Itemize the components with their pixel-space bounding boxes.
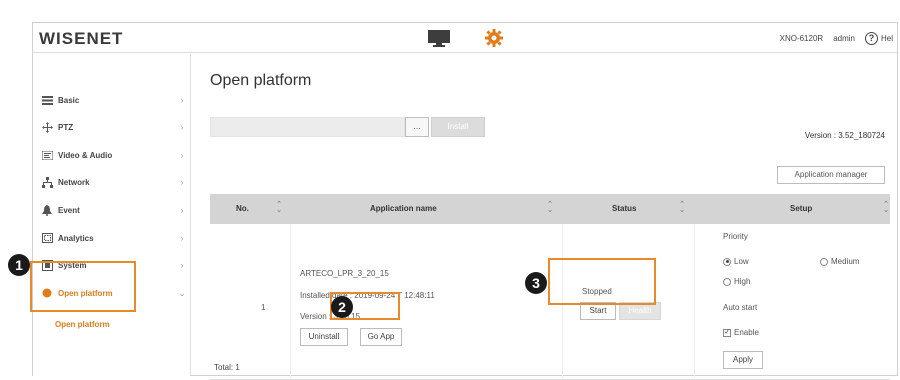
sort-icon[interactable]: ⌃ ⌄ — [883, 201, 889, 216]
chevron-down-icon: ⌄ — [178, 288, 186, 298]
list-icon — [41, 94, 53, 106]
sidebar-item-analytics[interactable]: Analytics › — [33, 228, 191, 248]
go-app-button[interactable]: Go App — [360, 328, 402, 346]
priority-high-option[interactable]: High — [723, 277, 750, 286]
sidebar: Basic › PTZ › Video & Audio › Network › — [33, 54, 191, 376]
main-content: Open platform ... Install Version : 3.52… — [192, 54, 897, 380]
radio-unchecked-icon[interactable] — [723, 277, 731, 286]
application-name: ARTECO_LPR_3_20_15 — [300, 269, 389, 278]
chevron-right-icon: › — [180, 205, 184, 215]
move-icon — [41, 121, 53, 133]
enable-label: Enable — [734, 328, 759, 337]
step-badge-2: 2 — [331, 296, 353, 318]
priority-medium-option[interactable]: Medium — [820, 257, 859, 266]
chevron-right-icon: › — [180, 260, 184, 270]
sort-icon[interactable]: ⌃ ⌄ — [276, 201, 282, 216]
sidebar-item-label: PTZ — [58, 122, 74, 132]
install-button[interactable]: Install — [431, 117, 485, 137]
column-header-setup[interactable]: Setup — [790, 194, 812, 224]
sidebar-item-network[interactable]: Network › — [33, 172, 191, 192]
table-header: No. ⌃ ⌄ Application name ⌃ ⌄ Status ⌃ ⌄ Set… — [210, 194, 890, 224]
chevron-right-icon: › — [180, 95, 184, 105]
step-badge-3: 3 — [525, 272, 547, 294]
sidebar-subitem-open-platform[interactable]: Open platform — [55, 320, 110, 329]
sidebar-item-label: Video & Audio — [58, 150, 113, 160]
highlight-box-status — [548, 258, 656, 305]
monitor-icon[interactable] — [428, 30, 450, 47]
chevron-right-icon: › — [180, 233, 184, 243]
sidebar-item-event[interactable]: Event › — [33, 200, 191, 220]
row-number: 1 — [261, 303, 266, 312]
column-divider — [694, 224, 695, 380]
chevron-right-icon: › — [180, 150, 184, 160]
model-name: XNO-6120R — [779, 34, 824, 43]
priority-medium-label: Medium — [831, 257, 860, 266]
help-icon[interactable]: ? — [864, 32, 878, 45]
column-header-status[interactable]: Status — [612, 194, 636, 224]
sidebar-item-video-audio[interactable]: Video & Audio › — [33, 145, 191, 165]
auto-start-enable-option[interactable]: ✓ Enable — [723, 328, 759, 337]
platform-version: Version : 3.52_180724 — [804, 131, 885, 140]
browse-button[interactable]: ... — [405, 117, 429, 137]
sidebar-item-ptz[interactable]: PTZ › — [33, 117, 191, 137]
sort-icon[interactable]: ⌃ ⌄ — [679, 201, 685, 216]
sidebar-item-label: Network — [58, 177, 90, 187]
column-divider — [290, 224, 291, 380]
column-header-no[interactable]: No. — [236, 194, 249, 224]
radio-checked-icon[interactable] — [723, 257, 731, 266]
help-link[interactable]: ? Hel — [864, 32, 893, 45]
step-badge-1: 1 — [8, 254, 30, 276]
chevron-right-icon: › — [180, 177, 184, 187]
sidebar-item-basic[interactable]: Basic › — [33, 90, 191, 110]
radio-unchecked-icon[interactable] — [820, 257, 828, 266]
uninstall-button[interactable]: Uninstall — [300, 328, 348, 346]
top-right-info: XNO-6120R admin ? Hel — [780, 32, 893, 45]
network-icon — [41, 176, 53, 188]
auto-start-label: Auto start — [723, 303, 758, 312]
sidebar-item-label: Basic — [58, 95, 80, 105]
priority-high-label: High — [734, 277, 751, 286]
event-icon — [41, 204, 53, 216]
checkbox-checked-icon[interactable]: ✓ — [723, 328, 731, 337]
analytics-icon — [41, 232, 53, 244]
user-name[interactable]: admin — [833, 34, 855, 43]
settings-gear-icon[interactable] — [484, 28, 504, 48]
chevron-right-icon: › — [180, 122, 184, 132]
top-bar: WISENET XNO-6120R admin ? Hel — [33, 23, 897, 53]
apply-button[interactable]: Apply — [723, 351, 763, 369]
file-path-input[interactable] — [210, 117, 405, 137]
web-ui-frame: WISENET XNO-6120R admin ? Hel Basic › PT… — [32, 22, 898, 380]
help-label[interactable]: Hel — [881, 34, 893, 43]
video-audio-icon — [41, 149, 53, 161]
priority-low-option[interactable]: Low — [723, 257, 749, 266]
page-title: Open platform — [210, 72, 312, 89]
total-count: Total: 1 — [214, 363, 240, 372]
highlight-box-open-platform — [30, 261, 136, 312]
application-manager-button[interactable]: Application manager — [777, 166, 885, 184]
column-header-application-name[interactable]: Application name — [370, 194, 437, 224]
logo: WISENET — [39, 29, 124, 48]
sidebar-item-label: Analytics — [58, 233, 94, 243]
priority-label: Priority — [723, 232, 748, 241]
sidebar-item-label: Event — [58, 205, 80, 215]
priority-low-label: Low — [734, 257, 749, 266]
sort-icon[interactable]: ⌃ ⌄ — [547, 201, 553, 216]
